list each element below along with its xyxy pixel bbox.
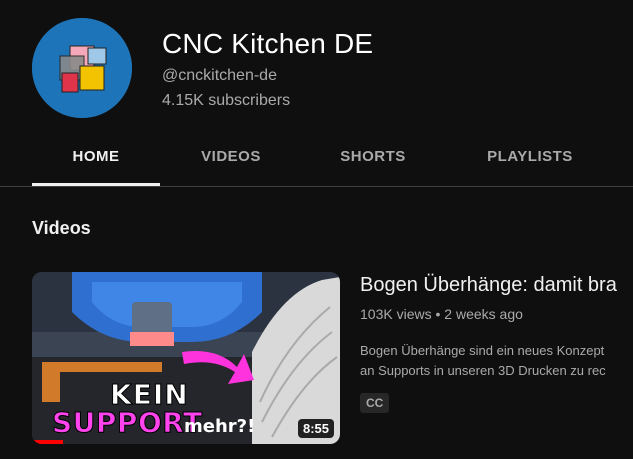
tab-shorts[interactable]: SHORTS xyxy=(308,132,438,186)
video-title[interactable]: Bogen Überhänge: damit bra xyxy=(360,274,617,297)
tab-home[interactable]: HOME xyxy=(32,132,160,186)
meta-separator: • xyxy=(435,306,441,322)
video-thumbnail[interactable]: KEIN SUPPORT mehr?! 8:55 xyxy=(32,272,340,444)
channel-avatar[interactable] xyxy=(32,18,132,118)
watch-progress-bar xyxy=(32,440,63,444)
view-count: 103K views xyxy=(360,306,432,322)
channel-tabs: HOME VIDEOS SHORTS PLAYLISTS xyxy=(0,132,633,187)
tab-playlists[interactable]: PLAYLISTS xyxy=(460,132,600,186)
video-duration: 8:55 xyxy=(297,419,334,438)
cnc-kitchen-logo-icon xyxy=(32,18,132,118)
description-line: Bogen Überhänge sind ein neues Konzept xyxy=(360,343,605,358)
subscriber-count: 4.15K subscribers xyxy=(162,92,291,109)
cc-badge: CC xyxy=(360,393,390,413)
section-title: Videos xyxy=(32,218,91,238)
video-description: Bogen Überhänge sind ein neues Konzept a… xyxy=(360,341,606,381)
tab-videos[interactable]: VIDEOS xyxy=(168,132,294,186)
upload-age: 2 weeks ago xyxy=(444,306,523,322)
thumbnail-text-support: SUPPORT xyxy=(52,406,203,440)
channel-name: CNC Kitchen DE xyxy=(162,28,374,59)
channel-handle: @cnckitchen-de xyxy=(162,67,277,84)
thumbnail-text-mehr: mehr?! xyxy=(184,416,256,437)
video-meta: 103K views • 2 weeks ago xyxy=(360,306,523,322)
description-line: an Supports in unseren 3D Drucken zu rec xyxy=(360,363,606,378)
